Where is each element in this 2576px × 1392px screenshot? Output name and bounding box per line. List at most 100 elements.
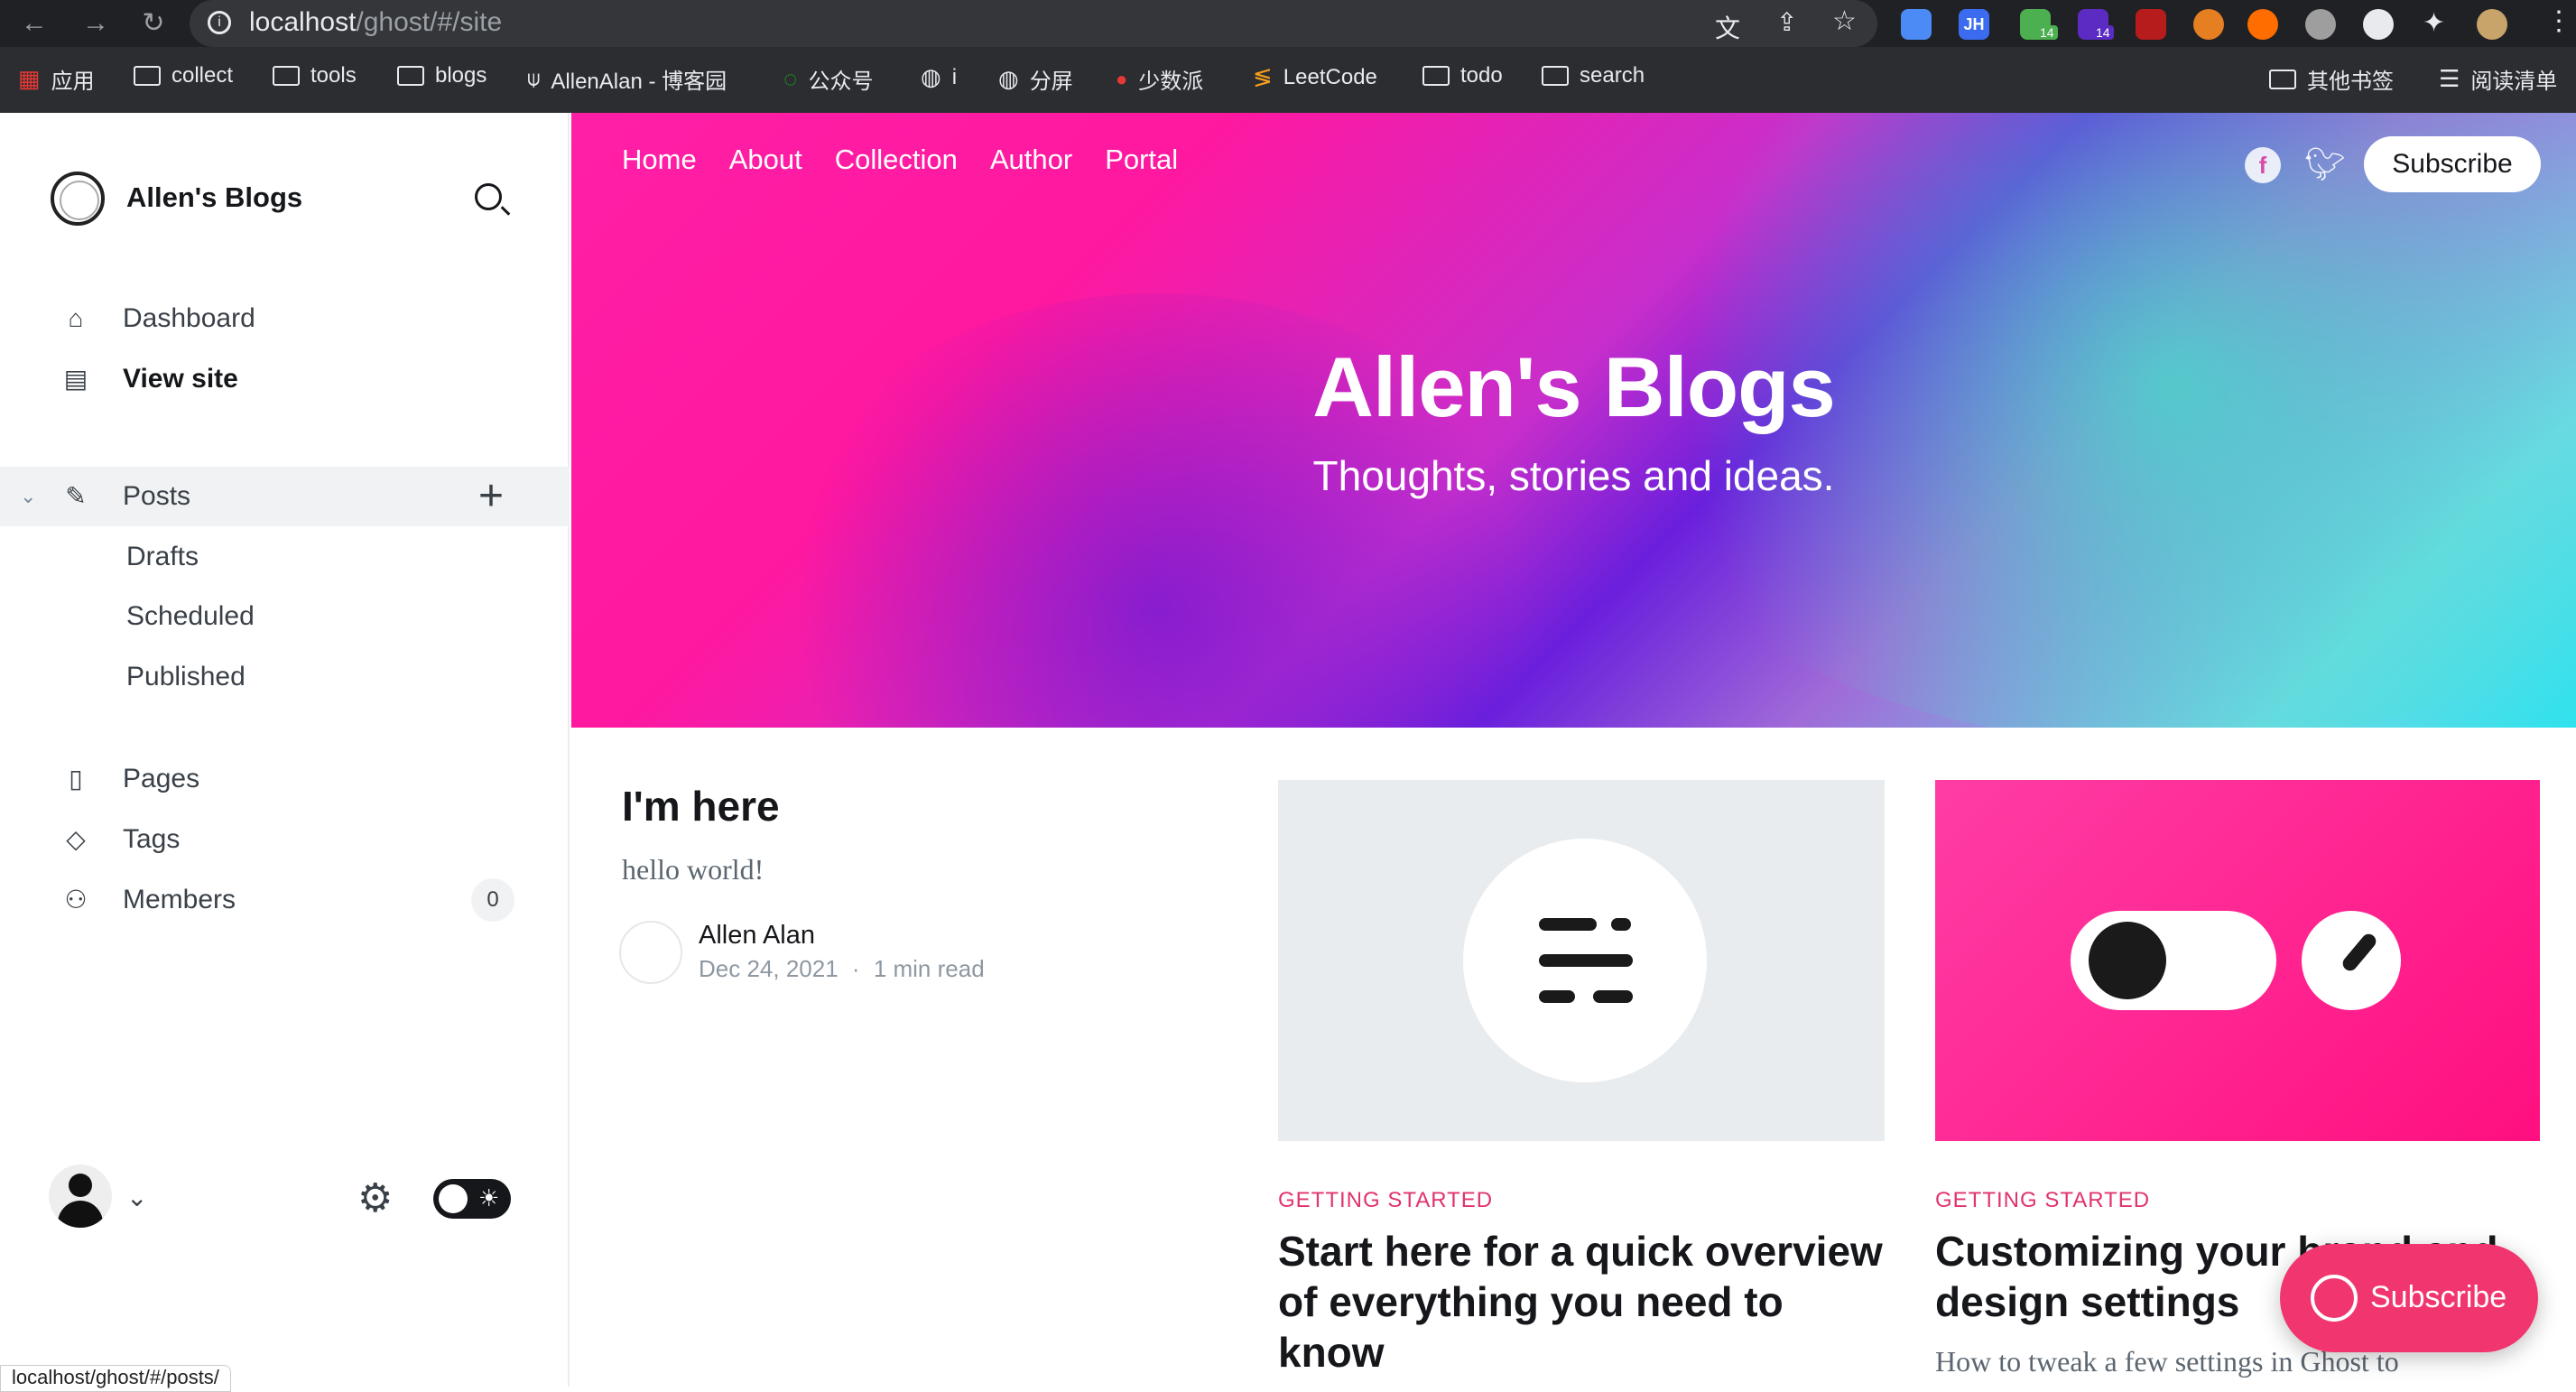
bookmark-label: AllenAlan - 博客园 [551, 70, 727, 94]
settings-gear-icon[interactable]: ⚙ [357, 1179, 393, 1219]
site-nav-home[interactable]: Home [622, 144, 697, 176]
bookmark-label: tools [310, 63, 357, 88]
share-icon[interactable]: ⇪ [1776, 7, 1797, 37]
nav-dashboard[interactable]: ⌂ Dashboard [0, 289, 570, 348]
facebook-icon[interactable]: f [2245, 147, 2281, 183]
bookmark-blogs[interactable]: blogs [397, 63, 486, 88]
portal-subscribe-button[interactable]: Subscribe [2280, 1244, 2538, 1352]
nav-scheduled[interactable]: Scheduled [0, 587, 570, 646]
extension-icon[interactable] [2193, 9, 2224, 40]
reading-list[interactable]: ☰ 阅读清单 [2439, 63, 2557, 95]
bookmark-label: 阅读清单 [2470, 70, 2558, 94]
extensions-puzzle-icon[interactable]: ✦ [2423, 7, 2445, 39]
post-title[interactable]: Start here for a quick overview of every… [1278, 1226, 1892, 1378]
nav-published[interactable]: Published [0, 647, 570, 707]
bookmark-leetcode[interactable]: ≶ LeetCode [1253, 63, 1377, 91]
translate-icon[interactable]: 文 [1715, 9, 1740, 45]
bookmark-todo[interactable]: todo [1422, 63, 1503, 88]
nav-sub-label: Published [126, 662, 246, 691]
site-info-icon[interactable]: i [208, 11, 231, 34]
extension-icon[interactable] [2247, 9, 2278, 40]
nav-label: Pages [123, 764, 200, 793]
bookmark-star-icon[interactable]: ☆ [1832, 5, 1857, 37]
address-bar[interactable]: i localhost/ghost/#/site 文 ⇪ ☆ [190, 0, 1877, 47]
bookmark-tools[interactable]: tools [273, 63, 357, 88]
nav-tags[interactable]: ◇ Tags [0, 810, 570, 869]
post-tag[interactable]: GETTING STARTED [1278, 1188, 1493, 1213]
post-tag[interactable]: GETTING STARTED [1935, 1188, 2150, 1213]
extension-badge: 14 [2092, 25, 2114, 40]
folder-icon [397, 66, 424, 86]
chevron-down-icon[interactable]: ⌄ [20, 485, 36, 508]
hero-description: Thoughts, stories and ideas. [1312, 452, 1835, 499]
site-title[interactable]: Allen's Blogs [126, 181, 302, 214]
read-time: 1 min read [873, 955, 985, 982]
page-icon: ▯ [69, 765, 83, 793]
bookmark-cnblogs[interactable]: ⍦ AllenAlan - 博客园 [527, 63, 727, 95]
bookmark-label: todo [1460, 63, 1503, 88]
site-nav-collection[interactable]: Collection [835, 144, 958, 176]
bookmark-other[interactable]: 其他书签 [2269, 63, 2394, 95]
nav-pages[interactable]: ▯ Pages [0, 749, 570, 809]
bookmark-label: blogs [435, 63, 487, 88]
post-feature-image[interactable] [1278, 780, 1885, 1141]
new-post-plus-icon[interactable]: + [478, 475, 504, 518]
layout-icon: ▤ [63, 365, 88, 393]
post-feature-image[interactable] [1935, 780, 2540, 1141]
post-title[interactable]: I'm here [622, 782, 780, 831]
browser-toolbar: ← → ↻ i localhost/ghost/#/site 文 ⇪ ☆ JH … [0, 0, 2576, 47]
url-text: localhost/ghost/#/site [249, 7, 502, 38]
author-avatar[interactable] [619, 921, 682, 984]
bookmark-apps[interactable]: ▦ 应用 [18, 63, 95, 95]
nav-drafts[interactable]: Drafts [0, 527, 570, 587]
ublock-icon[interactable] [2136, 9, 2166, 40]
theme-toggle[interactable]: ☀ [433, 1179, 511, 1219]
extension-icon[interactable] [2305, 9, 2336, 40]
extension-jh-icon[interactable]: JH [1959, 9, 1989, 40]
extension-icon[interactable] [1901, 9, 1932, 40]
nav-label: Members [123, 885, 236, 914]
reload-icon[interactable]: ↻ [135, 5, 171, 42]
profile-avatar-icon[interactable] [2477, 9, 2507, 40]
site-nav-author[interactable]: Author [990, 144, 1072, 176]
bookmark-i[interactable]: ◍ i [921, 63, 957, 91]
nav-label: View site [123, 364, 238, 394]
author-name[interactable]: Allen Alan [699, 921, 815, 951]
twitter-icon[interactable]: 🐦︎ [2304, 145, 2346, 183]
nav-label: Posts [123, 481, 191, 511]
dial-illustration-icon [2302, 911, 2401, 1010]
nav-view-site[interactable]: ▤ View site [0, 349, 570, 409]
site-nav-about[interactable]: About [729, 144, 802, 176]
search-icon[interactable] [475, 183, 502, 210]
site-nav: Home About Collection Author Portal [622, 144, 1178, 176]
url-host: localhost [249, 7, 357, 37]
forward-icon[interactable]: → [78, 5, 114, 42]
user-avatar[interactable] [49, 1165, 112, 1228]
menu-kebab-icon[interactable]: ⋮ [2545, 5, 2572, 37]
speedometer-icon[interactable] [2363, 9, 2394, 40]
bookmark-label: 分屏 [1029, 70, 1073, 94]
bookmark-collect[interactable]: collect [134, 63, 233, 88]
post-date: Dec 24, 2021 [699, 955, 839, 982]
bookmark-search[interactable]: search [1542, 63, 1645, 88]
bookmark-sspai[interactable]: ● 少数派 [1116, 63, 1203, 95]
back-icon[interactable]: ← [16, 5, 52, 42]
post-excerpt: hello world! [622, 853, 764, 886]
bookmark-label: LeetCode [1283, 64, 1377, 89]
hero-subscribe-button[interactable]: Subscribe [2364, 136, 2541, 192]
bookmark-split-screen[interactable]: ◍ 分屏 [998, 63, 1073, 95]
bookmark-label: search [1580, 63, 1645, 88]
folder-icon [1422, 66, 1450, 86]
toggle-illustration-icon [2071, 911, 2276, 1010]
bookmark-wechat[interactable]: ◌ 公众号 [783, 63, 873, 95]
chevron-down-icon[interactable]: ⌄ [126, 1183, 147, 1212]
bookmark-label: 其他书签 [2307, 70, 2394, 94]
sun-icon: ☀ [478, 1184, 500, 1211]
site-nav-portal[interactable]: Portal [1105, 144, 1178, 176]
globe-icon: ◍ [921, 63, 941, 90]
cnblogs-icon: ⍦ [527, 66, 541, 91]
site-logo-icon [51, 172, 105, 226]
nav-members[interactable]: ⚇ Members 0 [0, 870, 570, 930]
nav-posts[interactable]: ⌄ ✎ Posts + [0, 467, 570, 526]
folder-icon [134, 66, 161, 86]
